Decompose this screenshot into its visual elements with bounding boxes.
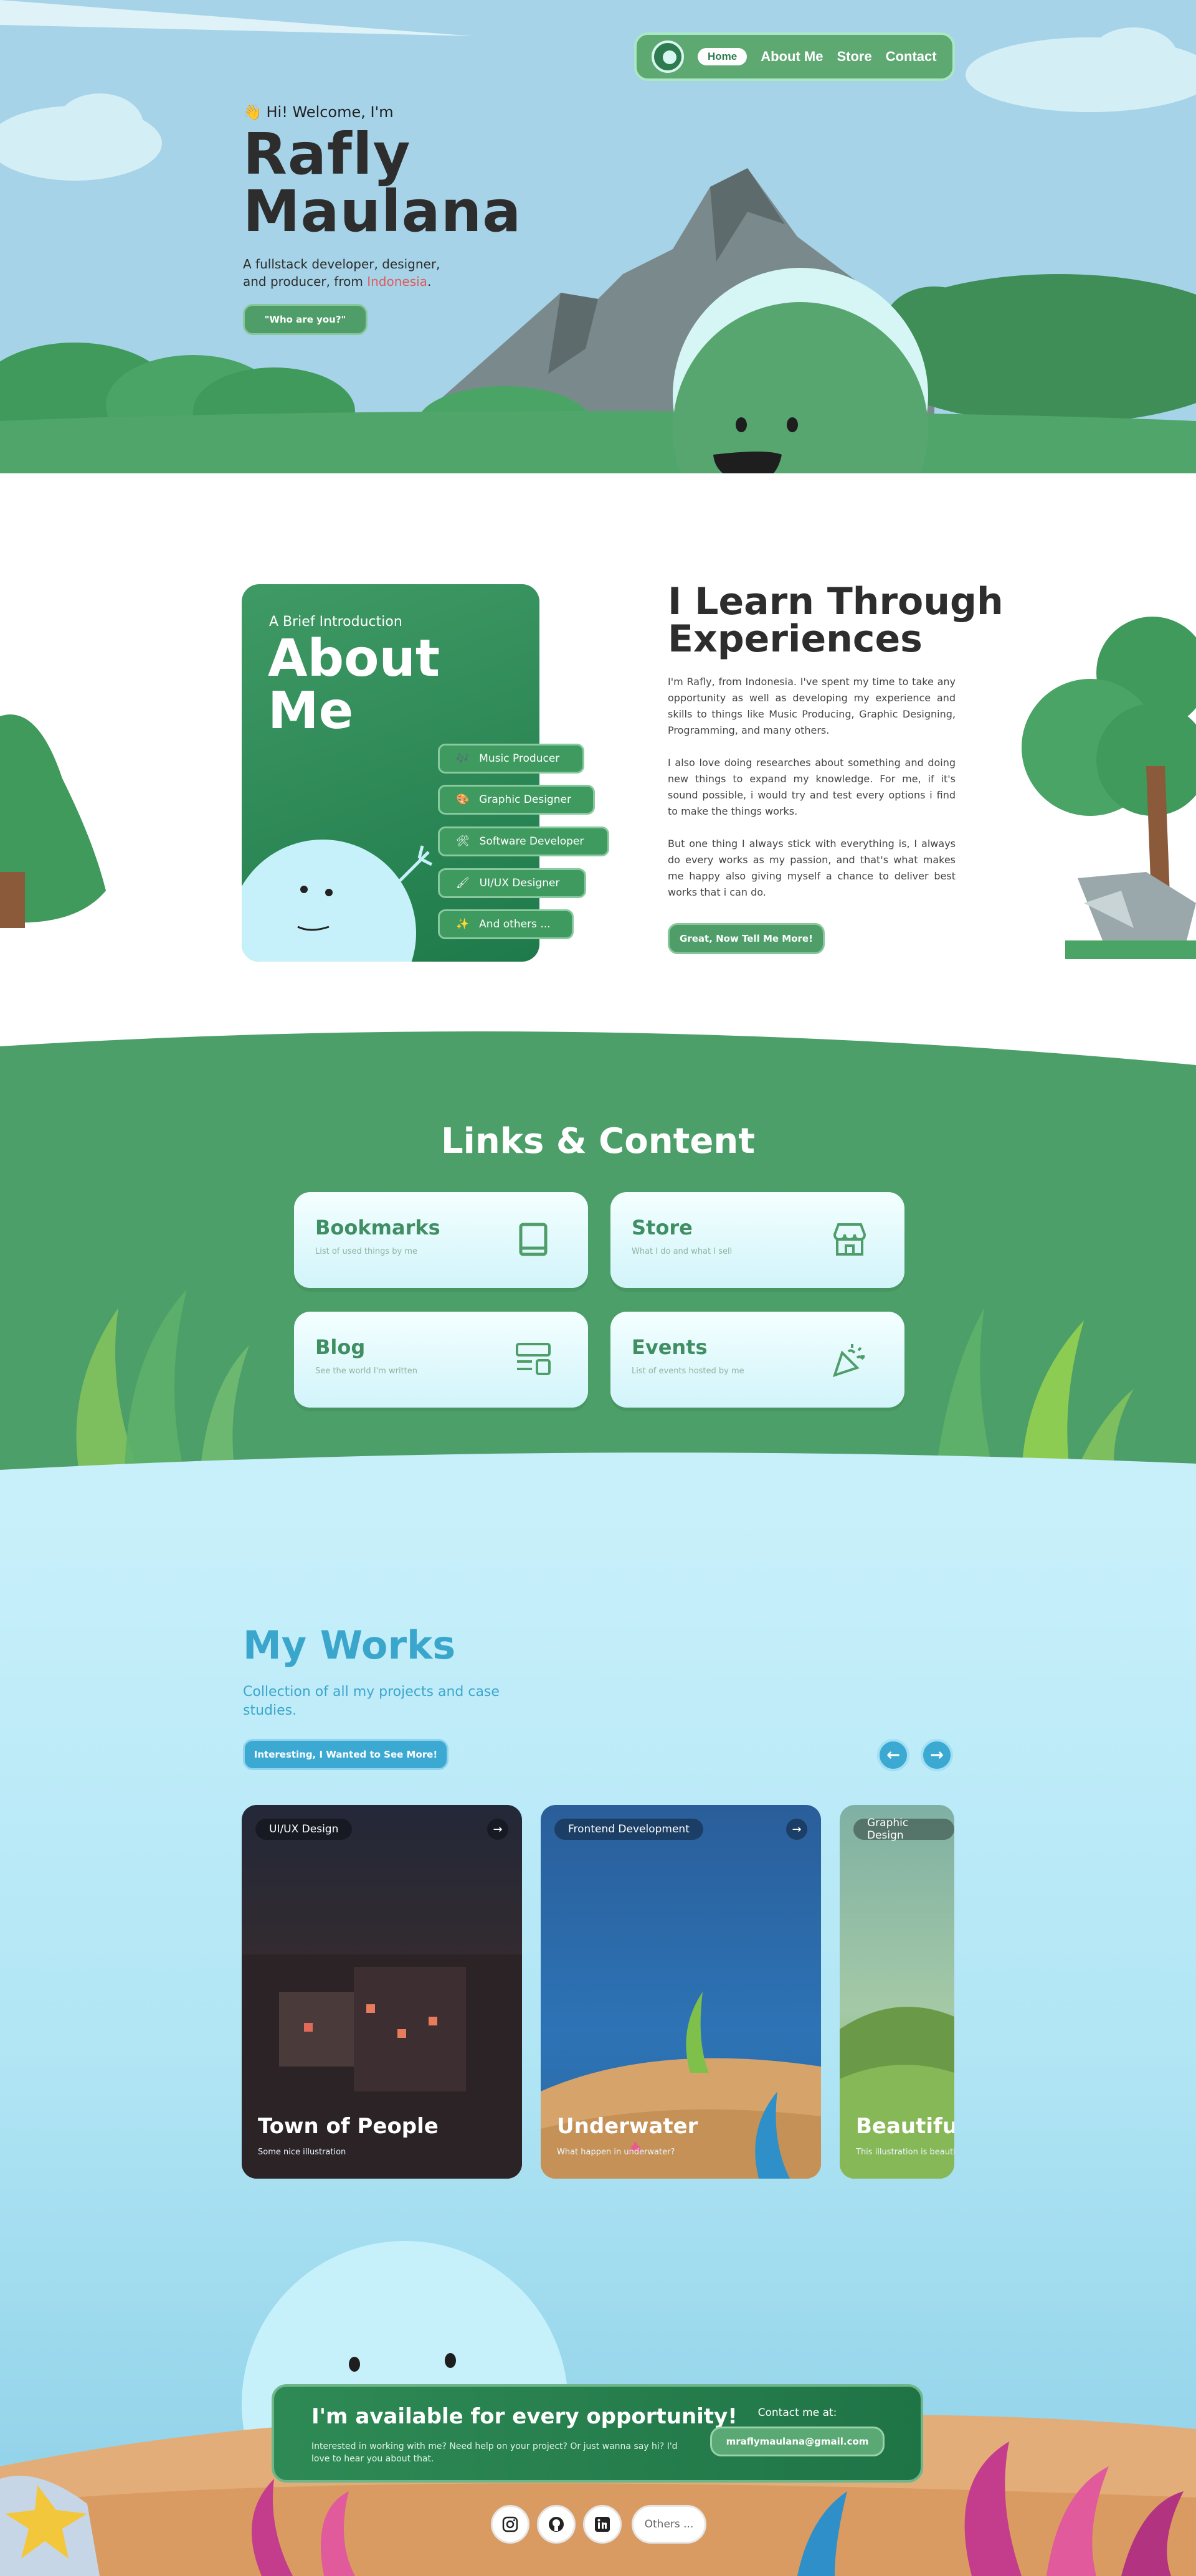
top-navbar: Home About Me Store Contact	[634, 32, 955, 81]
role-music-producer: 🎶 Music Producer	[438, 744, 584, 774]
links-section: Links & Content Bookmarks List of used t…	[0, 1071, 1196, 1495]
work-subtitle: This illustration is beautiful	[856, 2147, 954, 2157]
tell-me-more-button[interactable]: Great, Now Tell Me More!	[668, 923, 825, 954]
role-sparkles-icon: ✨	[456, 918, 470, 930]
role-label: And others ...	[479, 918, 551, 930]
links-heading: Links & Content	[441, 1121, 755, 1162]
role-tools-icon: 🛠	[456, 835, 470, 848]
store-icon	[833, 1223, 866, 1256]
nav-about-me[interactable]: About Me	[761, 49, 823, 65]
seaweed-illustration	[0, 1289, 1196, 1495]
about-paragraph-2: I also love doing researches about somet…	[668, 757, 956, 817]
layout-icon	[516, 1343, 551, 1375]
nav-home[interactable]: Home	[698, 48, 748, 65]
about-bottom-wave	[0, 1031, 1196, 1071]
work-category-badge: Graphic Design	[853, 1817, 954, 1842]
email-button[interactable]: mraflymaulana@gmail.com	[710, 2427, 885, 2456]
about-heading-line1: I Learn Through	[668, 580, 1004, 623]
hero-desc-country: Indonesia	[367, 274, 427, 289]
about-heading-line2: Experiences	[668, 617, 923, 661]
card-subtitle: See the world I'm written	[315, 1366, 417, 1376]
works-subtitle: Collection of all my projects and case s…	[243, 1684, 500, 1718]
book-icon	[519, 1223, 548, 1256]
work-subtitle: What happen in underwater?	[557, 2147, 675, 2157]
work-card-beautiful[interactable]: Graphic Design Beautiful This illustrati…	[840, 1805, 954, 2179]
cta-heading: I'm available for every opportunity!	[311, 2404, 738, 2429]
bookmarks-card[interactable]: Bookmarks List of used things by me	[294, 1192, 588, 1288]
role-label: Software Developer	[479, 835, 584, 848]
card-title: Store	[632, 1216, 693, 1239]
works-section: My Works Collection of all my projects a…	[0, 1495, 1196, 2576]
hero-landscape-illustration	[0, 0, 1196, 473]
role-uiux-designer: 🖌 UI/UX Designer	[438, 868, 586, 898]
about-paragraph-3: But one thing I always stick with everyt…	[668, 838, 956, 898]
card-subtitle: List of events hosted by me	[632, 1366, 744, 1376]
role-label: Graphic Designer	[479, 793, 571, 806]
github-icon[interactable]	[537, 2505, 576, 2544]
about-section: A Brief Introduction About Me 🎶 Music Pro…	[0, 473, 1196, 1071]
card-subtitle: What I do and what I sell	[632, 1247, 733, 1256]
role-graphic-designer: 🎨 Graphic Designer	[438, 785, 595, 815]
about-title-line1: About	[268, 629, 440, 688]
nav-contact[interactable]: Contact	[886, 49, 937, 65]
work-title: Town of People	[258, 2114, 439, 2139]
role-brush-icon: 🖌	[456, 877, 470, 889]
see-more-button[interactable]: Interesting, I Wanted to See More!	[243, 1739, 448, 1770]
work-subtitle: Some nice illustration	[258, 2147, 346, 2157]
hero-greeting: 👋 Hi! Welcome, I'm	[243, 103, 394, 121]
events-card[interactable]: Events List of events hosted by me	[610, 1312, 904, 1408]
contact-cta-banner: I'm available for every opportunity! Int…	[272, 2384, 923, 2483]
card-subtitle: List of used things by me	[315, 1247, 417, 1256]
nav-store[interactable]: Store	[837, 49, 871, 65]
who-are-you-button[interactable]: "Who are you?"	[243, 304, 368, 335]
store-card[interactable]: Store What I do and what I sell	[610, 1192, 904, 1288]
right-tree-illustration	[1022, 617, 1196, 959]
about-title: About Me	[268, 633, 440, 737]
card-title: Bookmarks	[315, 1216, 440, 1239]
card-title: Events	[632, 1335, 708, 1359]
about-title-line2: Me	[268, 681, 354, 741]
role-label: Music Producer	[479, 752, 560, 765]
about-kicker: A Brief Introduction	[269, 614, 402, 630]
role-palette-icon: 🎨	[456, 793, 470, 806]
cta-text: Interested in working with me? Need help…	[311, 2441, 678, 2464]
instagram-icon[interactable]	[491, 2505, 529, 2544]
role-software-developer: 🛠 Software Developer	[438, 826, 609, 856]
carousel-prev-button[interactable]: ←	[877, 1739, 909, 1771]
blog-card[interactable]: Blog See the world I'm written	[294, 1312, 588, 1408]
hero-name-last: Maulana	[243, 178, 522, 245]
role-music-icon: 🎶	[456, 752, 470, 765]
open-arrow-icon[interactable]: →	[786, 1819, 807, 1840]
about-paragraph-1: I'm Rafly, from Indonesia. I've spent my…	[668, 676, 956, 736]
work-card-underwater[interactable]: Frontend Development → Underwater What h…	[541, 1805, 821, 2179]
open-arrow-icon[interactable]: →	[487, 1819, 508, 1840]
party-popper-icon	[832, 1344, 865, 1378]
hero-name: Rafly Maulana	[243, 126, 521, 240]
work-title: Underwater	[557, 2114, 698, 2139]
role-others: ✨ And others ...	[438, 909, 574, 939]
contact-label: Contact me at:	[757, 2407, 837, 2419]
blue-blob-mascot	[242, 840, 433, 962]
linkedin-icon[interactable]	[583, 2505, 622, 2544]
hero-name-first: Rafly	[243, 121, 411, 187]
hero-section: Home About Me Store Contact 👋 Hi! Welcom…	[0, 0, 1196, 473]
carousel-next-button[interactable]: →	[921, 1739, 953, 1771]
works-heading: My Works	[243, 1622, 456, 1668]
card-title: Blog	[315, 1335, 366, 1359]
work-category-badge: Frontend Development	[554, 1819, 703, 1840]
other-socials-button[interactable]: Others ...	[632, 2505, 706, 2544]
role-label: UI/UX Designer	[479, 877, 560, 889]
left-tree-illustration	[0, 714, 106, 928]
hero-desc-end: .	[427, 274, 432, 289]
about-heading: I Learn Through Experiences	[668, 583, 1004, 658]
work-card-town-of-people[interactable]: UI/UX Design → Town of People Some nice …	[242, 1805, 522, 2179]
work-title: Beautiful	[856, 2114, 954, 2139]
hero-description: A fullstack developer, designer, and pro…	[243, 255, 467, 290]
work-category-badge: UI/UX Design	[255, 1819, 353, 1840]
site-logo-icon[interactable]	[652, 40, 684, 73]
